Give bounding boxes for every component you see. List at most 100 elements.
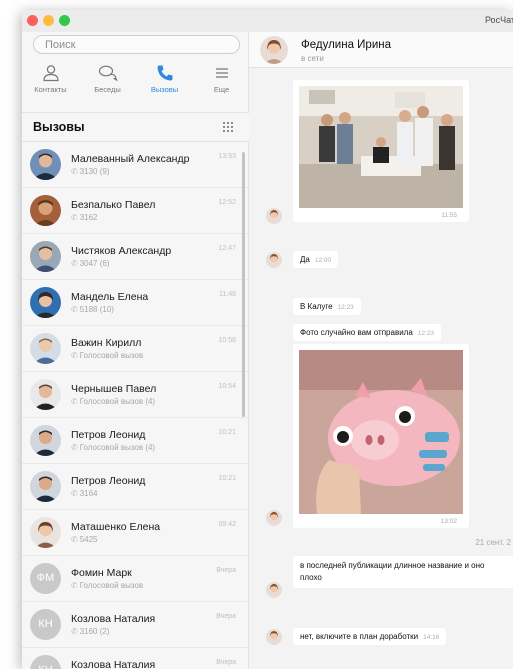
call-item[interactable]: КН Козлова Наталия ✆ 3160 (2) Вчера [22,602,249,648]
call-detail-text: 5188 (10) [79,305,114,314]
call-detail: ✆ Голосовой вызов (4) [71,397,155,406]
zoom-window-button[interactable] [59,15,70,26]
avatar [30,287,61,318]
call-item[interactable]: Важин Кирилл ✆ Голосовой вызов 10:56 [22,326,249,372]
sender-avatar [266,582,282,598]
contact-avatar[interactable] [260,36,288,64]
call-name: Маташенко Елена [71,521,161,533]
call-name: Петров Леонид [71,475,146,487]
message-text: Фото случайно вам отправила [300,328,413,337]
message-bubble[interactable]: нет, включите в план доработки 14:16 [293,628,447,645]
tab-more[interactable]: Еще [193,60,250,106]
contact-status: в сети [301,54,324,63]
call-detail-text: Голосовой вызов (4) [79,397,156,406]
search-placeholder: Поиск [45,39,76,51]
message-text-line1: в последней публикации длинное название … [300,561,485,570]
call-item[interactable]: Малеванный Александр ✆ 3130 (9) 13:53 [22,142,249,188]
office-photo [299,86,463,208]
call-detail-text: Голосовой вызов (4) [79,443,156,452]
avatar [30,517,61,548]
message-time: 13:02 [440,518,457,525]
call-item[interactable]: Петров Леонид ✆ 3164 10:21 [22,464,249,510]
search-input[interactable]: Поиск [33,35,240,54]
message-time: 12:23 [337,304,354,311]
call-name: Козлова Наталия [71,613,156,625]
call-item[interactable]: Мандель Елена ✆ 5188 (10) 11:46 [22,280,249,326]
avatar [30,149,61,180]
message-bubble[interactable]: В Калуге 12:23 [293,298,361,315]
message-text: В Калуге [300,302,333,311]
photo-message[interactable]: 13:02 [293,344,469,528]
call-item[interactable]: КН Козлова Наталия Вчера [22,648,249,669]
message-time: 14:16 [423,634,440,641]
call-detail-text: Голосовой вызов [79,581,144,590]
phone-icon: ✆ [71,581,78,590]
contact-name: Федулина Ирина [301,39,392,51]
call-detail-text: 3162 [79,213,98,222]
phone-icon: ✆ [71,259,78,268]
call-time: 10:56 [218,337,236,344]
call-item[interactable]: Петров Леонид ✆ Голосовой вызов (4) 10:21 [22,418,249,464]
phone-icon: ✆ [71,305,78,314]
call-time: 10:21 [218,475,236,482]
tab-conversations-label: Беседы [94,85,121,94]
dialpad-icon[interactable] [222,121,234,133]
minimize-window-button[interactable] [43,15,54,26]
tab-contacts-label: Контакты [34,85,67,94]
tab-calls[interactable]: Вызовы [136,60,193,106]
call-item[interactable]: Безпалько Павел ✆ 3162 12:52 [22,188,249,234]
close-window-button[interactable] [27,15,38,26]
photo-message[interactable]: 11:55 [293,80,469,222]
call-name: Важин Кирилл [71,337,142,349]
call-time: 10:54 [218,383,236,390]
call-time: 13:53 [218,153,236,160]
call-time: 12:52 [218,199,236,206]
call-time: Вчера [216,659,236,666]
call-detail-text: Голосовой вызов [79,351,144,360]
title-bar: РосЧат [22,10,513,32]
call-detail: ✆ 3162 [71,213,98,222]
call-detail: ✆ 3130 (9) [71,167,110,176]
message-bubble[interactable]: в последней публикации длинное название … [293,556,513,588]
app-window: РосЧат Поиск Контакты Беседы Вызовы Еще … [22,10,513,669]
phone-icon: ✆ [71,443,78,452]
call-detail: ✆ Голосовой вызов [71,581,143,590]
avatar [30,333,61,364]
call-item[interactable]: ФМ Фомин Марк ✆ Голосовой вызов Вчера [22,556,249,602]
chat-bubbles-icon [98,65,118,82]
call-detail: ✆ 3164 [71,489,98,498]
message-time: 12:23 [417,330,435,337]
call-time: 10:21 [218,429,236,436]
message-bubble[interactable]: Да 12:00 [293,251,339,268]
phone-icon: ✆ [71,535,78,544]
tab-contacts[interactable]: Контакты [22,60,79,106]
message-time: 12:00 [314,257,332,264]
call-detail-text: 3047 (6) [79,259,110,268]
person-icon [42,65,59,82]
call-list-scrollbar[interactable] [242,152,245,417]
phone-icon: ✆ [71,351,78,360]
call-name: Малеванный Александр [71,153,190,165]
call-name: Чернышев Павел [71,383,157,395]
tab-more-label: Еще [213,85,230,94]
call-item[interactable]: Чистяков Александр ✆ 3047 (6) 12:47 [22,234,249,280]
call-item[interactable]: Чернышев Павел ✆ Голосовой вызов (4) 10:5… [22,372,249,418]
tab-conversations[interactable]: Беседы [79,60,136,106]
call-time: 09:42 [218,521,236,528]
call-time: 11:46 [219,291,236,298]
call-detail: ✆ 3160 (2) [71,627,110,636]
message-bubble[interactable]: Фото случайно вам отправила 12:23 [293,324,442,341]
message-text-line2: плохо [300,573,322,582]
call-name: Чистяков Александр [71,245,172,257]
call-name: Козлова Наталия [71,659,156,669]
sidebar: Поиск Контакты Беседы Вызовы Еще Вызовы … [22,32,249,669]
sender-avatar [266,629,282,645]
avatar [30,425,61,456]
call-detail: ✆ Голосовой вызов [71,351,143,360]
avatar: ФМ [30,563,61,594]
phone-icon: ✆ [71,489,78,498]
call-item[interactable]: Маташенко Елена ✆ 5425 09:42 [22,510,249,556]
sender-avatar [266,252,282,268]
avatar: КН [30,609,61,640]
call-time: 12:47 [218,245,236,252]
